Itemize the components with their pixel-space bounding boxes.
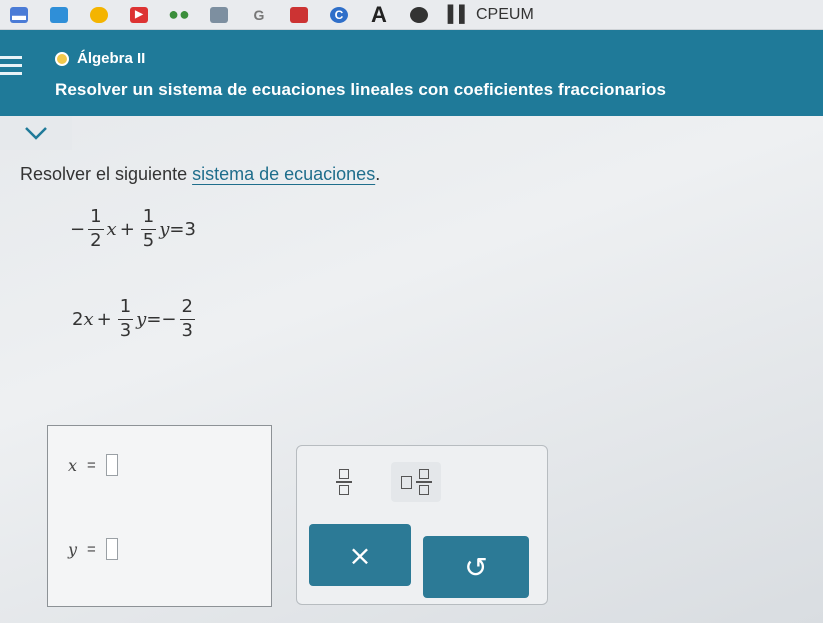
youtube-icon[interactable]: ▶ (130, 6, 148, 23)
y-input[interactable] (105, 538, 118, 560)
eq2-x: x (83, 308, 94, 330)
eq1-rhs: 3 (184, 218, 196, 240)
eq1-fraction-a: 1 2 (88, 206, 104, 251)
eq1-a-den: 2 (88, 228, 104, 251)
prompt-text: Resolver el siguiente (20, 164, 193, 184)
font-icon[interactable]: A (370, 2, 388, 27)
problem-area: Resolver el siguiente sistema de ecuacio… (0, 150, 823, 623)
equation-1: − 1 2 x + 1 5 y = 3 (70, 206, 196, 251)
answer-box: x = y = (47, 425, 272, 607)
apps-icon[interactable]: ●● (168, 4, 190, 24)
course-name: Álgebra II (77, 50, 146, 67)
eq1-sign: − (70, 218, 86, 240)
eq1-b-den: 5 (140, 228, 157, 251)
eq1-b-num: 1 (142, 206, 155, 227)
eq2-sign: − (161, 308, 177, 330)
bookmark-cpeum[interactable]: CPEUM (476, 6, 534, 24)
bookmarks-bar: ▬ ▶ ●● G C A ▌▌ CPEUM (0, 0, 823, 30)
answer-x-row: x = (68, 454, 118, 476)
folder-icon[interactable] (90, 6, 108, 23)
eq2-b-den: 3 (117, 318, 134, 341)
chevron-down-icon (25, 127, 47, 140)
eq1-a-num: 1 (90, 206, 102, 227)
topic-title: Resolver un sistema de ecuaciones lineal… (55, 80, 667, 99)
course-row: Álgebra II (55, 50, 145, 67)
chrome-icon[interactable]: C (330, 6, 348, 23)
sync-icon[interactable] (410, 6, 428, 23)
eq2-fraction-r: 2 3 (179, 296, 195, 341)
eq2-y: y (136, 308, 147, 330)
bookmark-icon[interactable]: ▌▌ (448, 6, 471, 23)
clear-button[interactable]: × (309, 524, 411, 586)
mixed-number-button[interactable] (391, 462, 441, 502)
fraction-button[interactable] (319, 462, 369, 502)
prompt-period: . (375, 164, 381, 184)
image-icon[interactable] (210, 6, 228, 23)
y-equals: = (87, 540, 96, 558)
video-icon[interactable] (290, 6, 308, 23)
x-input[interactable] (105, 454, 118, 476)
x-equals: = (87, 456, 96, 474)
mixed-number-icon (400, 469, 432, 495)
eq2-r-num: 2 (181, 296, 193, 317)
topic-header: Álgebra II Resolver un sistema de ecuaci… (0, 30, 823, 116)
equation-2: 2 x + 1 3 y = − 2 3 (72, 296, 198, 341)
eq1-plus: + (119, 218, 135, 240)
eq1-x: x (106, 218, 117, 240)
eq2-r-den: 3 (179, 318, 195, 341)
undo-button[interactable]: ↺ (423, 536, 529, 598)
google-icon[interactable]: G (250, 7, 268, 23)
menu-icon[interactable] (0, 56, 22, 76)
collapse-toggle[interactable] (0, 116, 72, 150)
math-keypad: × ↺ (296, 445, 548, 605)
systems-link[interactable]: sistema de ecuaciones (192, 164, 375, 184)
eq1-equals: = (169, 218, 185, 240)
mail-icon[interactable]: ▬ (10, 6, 28, 23)
drive-icon[interactable] (50, 6, 68, 23)
eq2-plus: + (96, 308, 112, 330)
y-label: y (68, 539, 78, 559)
fraction-icon (336, 469, 352, 495)
eq1-fraction-b: 1 5 (140, 206, 157, 251)
eq2-equals: = (146, 308, 162, 330)
problem-prompt: Resolver el siguiente sistema de ecuacio… (20, 164, 380, 185)
x-label: x (68, 455, 78, 475)
answer-y-row: y = (68, 538, 118, 560)
eq1-y: y (159, 218, 170, 240)
eq2-fraction-b: 1 3 (117, 296, 134, 341)
eq2-b-num: 1 (119, 296, 132, 317)
eq2-coef: 2 (72, 308, 84, 330)
course-status-icon (55, 51, 69, 66)
